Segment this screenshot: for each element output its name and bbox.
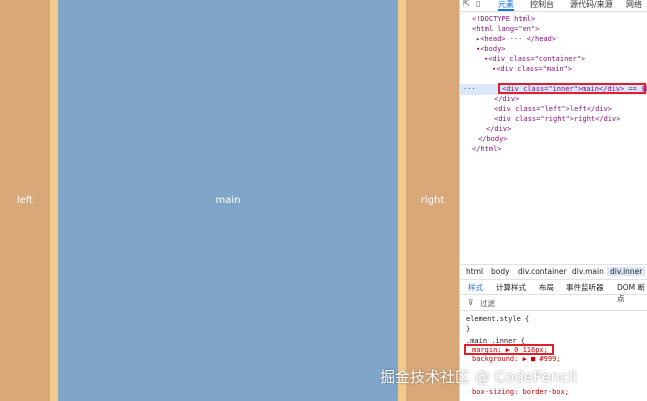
tab-layout[interactable]: 布局 (539, 282, 554, 293)
styles-panel-tabs: 样式 计算样式 布局 事件监听器 DOM 断点 (460, 280, 647, 303)
dom-html-close[interactable]: </html> (472, 144, 502, 154)
left-column: left (0, 0, 50, 401)
margin-stripe-right (398, 0, 406, 401)
device-toggle-icon[interactable]: ▯ (476, 0, 480, 8)
main-column: main (58, 0, 398, 401)
watermark: 掘金技术社区 @ CodePencil (380, 368, 577, 386)
breadcrumb-main[interactable]: div.main (572, 267, 604, 276)
filter-label: 过滤 (480, 299, 495, 308)
left-column-label: left (16, 195, 34, 206)
tab-console[interactable]: 控制台 (530, 0, 554, 9)
tab-network[interactable]: 网络 (626, 0, 642, 9)
dom-div-close-1[interactable]: </div> (494, 94, 519, 104)
dom-doctype[interactable]: <!DOCTYPE html> (472, 14, 535, 24)
right-column: right (406, 0, 459, 401)
margin-stripe-left (50, 0, 58, 401)
element-style-close: } (466, 325, 471, 333)
breadcrumb-container[interactable]: div.container (518, 267, 567, 276)
filter-icon: ⊽ (468, 298, 474, 307)
inspect-cursor-icon[interactable]: ⇱ (463, 0, 470, 8)
dom-body-close[interactable]: </body> (478, 134, 508, 144)
tab-event-listeners[interactable]: 事件监听器 (566, 282, 604, 293)
dom-tree: ··· <!DOCTYPE html> <html lang="en"> ▸<h… (460, 12, 647, 262)
more-options-icon[interactable]: ··· (463, 84, 476, 94)
dom-container-open[interactable]: ▾<div class="container"> (484, 54, 585, 64)
right-column-label: right (420, 195, 445, 206)
box-sizing-declaration[interactable]: box-sizing: border-box; (472, 387, 569, 397)
tab-sources[interactable]: 源代码/来源 (570, 0, 613, 9)
dom-left-div[interactable]: <div class="left">left</div> (494, 104, 612, 114)
dom-main-open[interactable]: ▾<div class="main"> (492, 64, 572, 74)
dom-right-div[interactable]: <div class="right">right</div> (494, 114, 620, 124)
breadcrumb-body[interactable]: body (491, 267, 510, 276)
dom-main-open-text: <div class="main"> (496, 65, 573, 73)
element-style-rule[interactable]: element.style { (466, 314, 529, 324)
dom-container-open-text: <div class="container"> (488, 55, 586, 63)
background-declaration[interactable]: background: ▶ ■ #999; (472, 354, 561, 364)
tab-elements[interactable]: 元素 (498, 0, 514, 11)
tab-computed[interactable]: 计算样式 (496, 282, 526, 293)
styles-filter[interactable]: ⊽ 过滤 (460, 296, 647, 311)
devtools-toolbar: ⇱ ▯ 元素 控制台 源代码/来源 网络 (460, 0, 647, 12)
devtools-panel: ⇱ ▯ 元素 控制台 源代码/来源 网络 ··· <!DOCTYPE html>… (459, 0, 647, 401)
dom-head[interactable]: ▸<head> ··· </head> (476, 34, 556, 44)
breadcrumb-inner[interactable]: div.inner (607, 267, 646, 276)
dom-html-open[interactable]: <html lang="en"> (472, 24, 539, 34)
dom-body-open-text: <body> (480, 45, 506, 53)
tab-styles[interactable]: 样式 (468, 282, 483, 293)
breadcrumb: html body div.container div.main div.inn… (460, 264, 647, 280)
page-preview: left main right (0, 0, 459, 401)
main-column-label: main (215, 195, 241, 206)
dom-head-text: <head> ··· </head> (480, 35, 557, 43)
dom-inner[interactable]: <div class="inner">main</div> == $0 (502, 84, 647, 94)
breadcrumb-html[interactable]: html (466, 267, 483, 276)
dom-div-close-2[interactable]: </div> (486, 124, 511, 134)
styles-pane: element.style { } .main .inner { margin:… (460, 312, 647, 401)
dom-body-open[interactable]: ▾<body> (476, 44, 506, 54)
